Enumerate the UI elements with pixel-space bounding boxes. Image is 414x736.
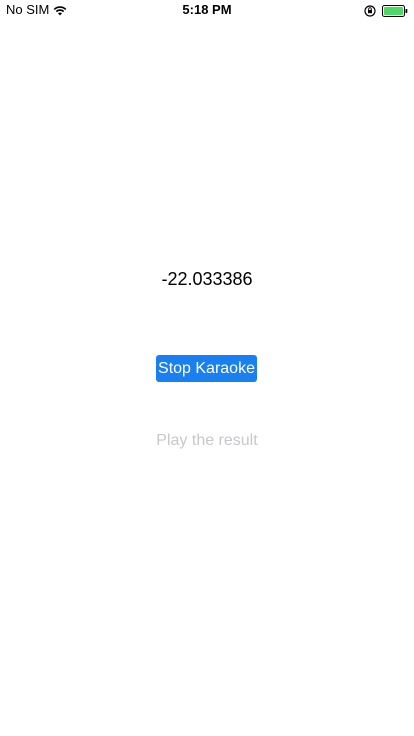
battery-icon <box>382 4 408 17</box>
pitch-value-label: -22.033386 <box>161 269 253 289</box>
status-bar: No SIM 5:18 PM <box>0 0 414 20</box>
status-time: 5:18 PM <box>182 2 232 17</box>
play-result-button[interactable]: Play the result <box>0 431 414 451</box>
rotation-lock-icon <box>364 4 376 17</box>
status-indicators <box>364 3 408 17</box>
stop-karaoke-button[interactable]: Stop Karaoke <box>156 355 257 382</box>
